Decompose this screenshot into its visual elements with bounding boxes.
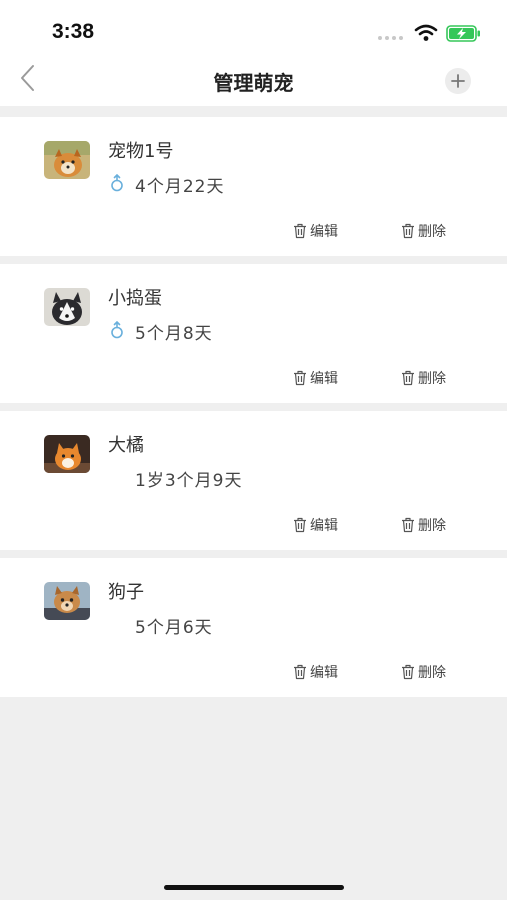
edit-button[interactable]: 编辑	[292, 221, 338, 241]
pet-card[interactable]: 宠物1号 4个月22天 编辑 删除	[0, 117, 507, 256]
pet-list: 宠物1号 4个月22天 编辑 删除 小捣蛋 5个月8天 编辑 删除 大橘 1岁3…	[0, 117, 507, 705]
wifi-icon	[414, 24, 438, 41]
trash-icon	[402, 664, 414, 680]
delete-label: 删除	[418, 665, 446, 681]
plus-icon	[451, 74, 465, 88]
status-time: 3:38	[52, 20, 95, 43]
page-title: 管理萌宠	[213, 71, 294, 95]
edit-label: 编辑	[310, 518, 338, 534]
trash-icon	[402, 370, 414, 386]
pet-card[interactable]: 狗子 5个月6天 编辑 删除	[0, 558, 507, 697]
delete-button[interactable]: 删除	[400, 368, 446, 388]
edit-button[interactable]: 编辑	[292, 662, 338, 682]
pet-card[interactable]: 大橘 1岁3个月9天 编辑 删除	[0, 411, 507, 550]
home-indicator	[164, 885, 344, 890]
pet-age: 4个月22天	[135, 177, 225, 197]
trash-icon	[294, 664, 306, 680]
edit-button[interactable]: 编辑	[292, 368, 338, 388]
trash-icon	[402, 517, 414, 533]
header: 3:38 管理萌宠	[0, 0, 507, 106]
delete-button[interactable]: 删除	[400, 662, 446, 682]
pet-avatar	[44, 582, 90, 620]
edit-label: 编辑	[310, 224, 338, 240]
pet-avatar	[44, 435, 90, 473]
trash-icon	[294, 517, 306, 533]
delete-label: 删除	[418, 518, 446, 534]
pet-avatar	[44, 141, 90, 179]
delete-label: 删除	[418, 224, 446, 240]
cellular-signal-icon	[378, 36, 403, 40]
male-icon	[111, 321, 123, 339]
pet-avatar	[44, 288, 90, 326]
trash-icon	[294, 370, 306, 386]
edit-label: 编辑	[310, 665, 338, 681]
edit-label: 编辑	[310, 371, 338, 387]
pet-name: 大橘	[108, 435, 144, 456]
pet-age: 1岁3个月9天	[135, 471, 243, 491]
trash-icon	[402, 223, 414, 239]
pet-name: 狗子	[108, 582, 144, 603]
delete-button[interactable]: 删除	[400, 221, 446, 241]
pet-name: 宠物1号	[108, 141, 174, 162]
pet-age: 5个月8天	[135, 324, 213, 344]
delete-button[interactable]: 删除	[400, 515, 446, 535]
delete-label: 删除	[418, 371, 446, 387]
battery-charging-icon	[446, 25, 480, 42]
add-pet-button[interactable]	[445, 68, 471, 94]
trash-icon	[294, 223, 306, 239]
male-icon	[111, 174, 123, 192]
edit-button[interactable]: 编辑	[292, 515, 338, 535]
pet-age: 5个月6天	[135, 618, 213, 638]
pet-card[interactable]: 小捣蛋 5个月8天 编辑 删除	[0, 264, 507, 403]
pet-name: 小捣蛋	[108, 288, 162, 309]
